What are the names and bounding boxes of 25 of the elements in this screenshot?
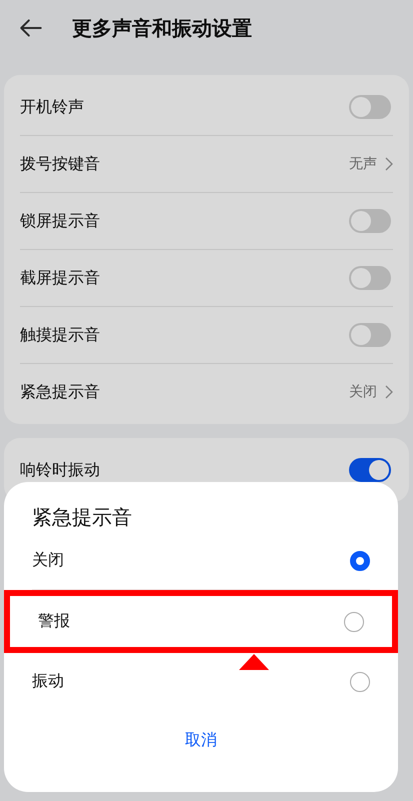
radio-button[interactable]	[350, 550, 370, 570]
setting-label: 紧急提示音	[20, 382, 100, 402]
radio-button[interactable]	[344, 612, 364, 632]
toggle-switch[interactable]	[349, 209, 391, 233]
setting-label: 开机铃声	[20, 96, 84, 118]
setting-label: 拨号按键音	[20, 154, 100, 174]
toggle-switch[interactable]	[349, 458, 391, 482]
setting-label: 锁屏提示音	[20, 210, 100, 232]
setting-label: 截屏提示音	[20, 268, 100, 288]
option-row[interactable]: 关闭	[32, 532, 370, 590]
option-row[interactable]: 振动	[32, 653, 370, 710]
setting-value: 关闭	[349, 383, 377, 401]
toggle-switch[interactable]	[349, 266, 391, 290]
radio-button[interactable]	[350, 672, 370, 692]
dialog-title: 紧急提示音	[31, 504, 133, 531]
toggle-switch[interactable]	[349, 95, 391, 119]
toggle-switch[interactable]	[349, 323, 391, 347]
chevron-icon	[385, 157, 393, 171]
cancel-button[interactable]: 取消	[173, 726, 229, 755]
page-title: 更多声音和振动设置	[72, 14, 252, 42]
pointer-arrow-icon	[239, 654, 269, 670]
setting-value: 无声	[349, 155, 377, 173]
chevron-icon	[385, 385, 393, 399]
setting-label: 触摸提示音	[20, 324, 100, 346]
setting-label: 响铃时振动	[20, 460, 100, 480]
